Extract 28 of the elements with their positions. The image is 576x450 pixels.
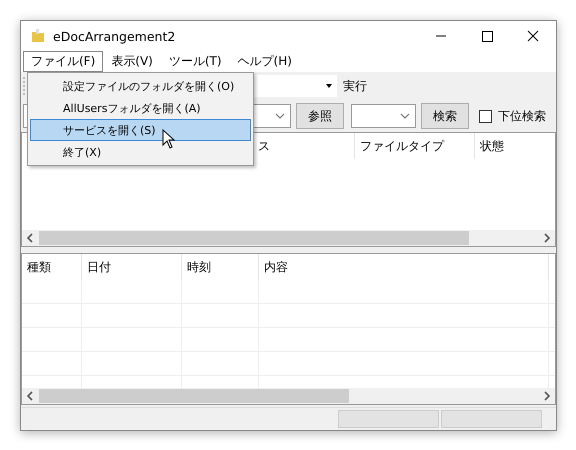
search-button[interactable]: 検索 xyxy=(421,103,469,129)
menu-item[interactable]: ツール(T) xyxy=(160,51,230,72)
checkbox[interactable] xyxy=(479,110,492,122)
menu-item[interactable]: サービスを開く(S) xyxy=(30,119,251,141)
menu-item[interactable]: ヘルプ(H) xyxy=(230,51,300,72)
menu-item[interactable]: ファイル(F) xyxy=(23,51,104,72)
checkbox-label: 下位検索 xyxy=(498,108,546,124)
cursor-icon xyxy=(162,129,176,149)
column-header[interactable]: ファイルタイプ xyxy=(355,133,475,159)
chevron-down-icon xyxy=(275,113,285,119)
horizontal-scrollbar[interactable] xyxy=(22,388,555,404)
menu-item[interactable]: AllUsersフォルダを開く(A) xyxy=(30,97,251,119)
chevron-down-icon xyxy=(400,113,410,119)
dropdown-arrow-icon xyxy=(325,84,333,88)
window-title: eDocArrangement2 xyxy=(53,28,176,44)
column-header[interactable]: 内容 xyxy=(259,254,549,280)
column-header[interactable]: 時刻 xyxy=(182,254,259,280)
browse-button[interactable]: 参照 xyxy=(296,103,344,129)
menu-item[interactable]: 表示(V) xyxy=(103,51,161,72)
filter-combo[interactable] xyxy=(351,104,416,128)
menu-item[interactable]: 設定ファイルのフォルダを開く(O) xyxy=(30,75,251,97)
column-header[interactable]: 種類 xyxy=(22,254,82,280)
horizontal-scrollbar[interactable] xyxy=(22,230,555,246)
column-header[interactable]: 日付 xyxy=(82,254,182,280)
folder-icon xyxy=(30,28,46,44)
run-button[interactable]: 実行 xyxy=(343,78,367,94)
column-header[interactable]: 状態 xyxy=(475,133,535,159)
menu-item[interactable]: 終了(X) xyxy=(30,141,251,163)
